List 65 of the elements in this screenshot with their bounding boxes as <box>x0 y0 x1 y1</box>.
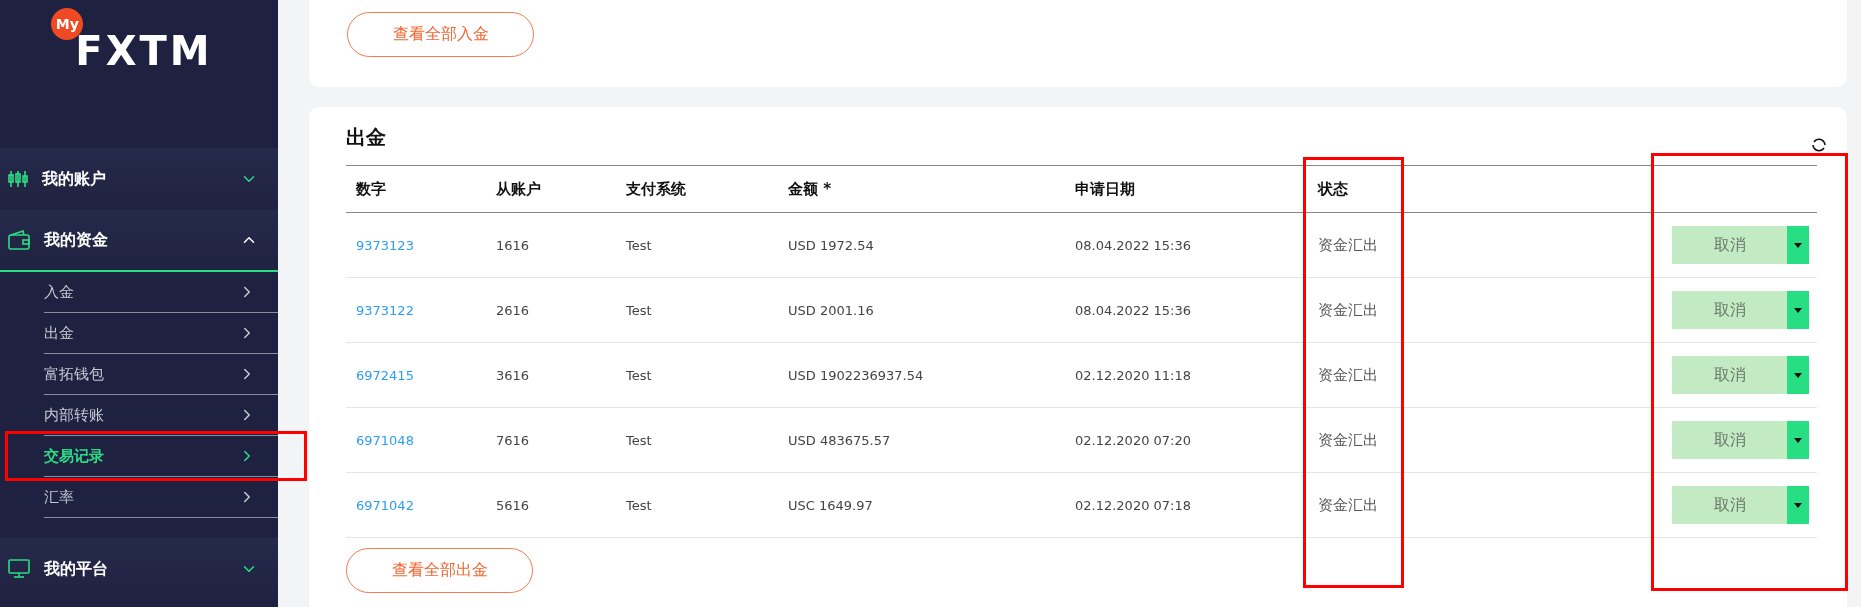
table-cell-text: 3616 <box>495 367 531 383</box>
table-cell-text: 1616 <box>495 237 531 253</box>
sidebar-item[interactable]: 汇率 <box>44 477 278 518</box>
caret-icon <box>1794 502 1802 508</box>
column-header: 申请日期 <box>1074 179 1136 199</box>
dropdown-toggle-button[interactable] <box>1787 356 1809 394</box>
refresh-icon[interactable] <box>1811 137 1827 153</box>
dropdown-toggle-button[interactable] <box>1787 291 1809 329</box>
table-cell-text: USD 1902236937.54 <box>787 367 925 383</box>
monitor-icon <box>8 559 30 579</box>
cancel-button[interactable]: 取消 <box>1672 291 1787 329</box>
column-header: 数字 <box>355 179 387 199</box>
cancel-button[interactable]: 取消 <box>1672 356 1787 394</box>
cancel-button[interactable]: 取消 <box>1672 486 1787 524</box>
table-cell-text: Test <box>625 237 653 253</box>
view-all-withdrawals-button[interactable]: 查看全部出金 <box>346 548 533 593</box>
wallet-icon <box>8 230 30 250</box>
table-cell-text: Test <box>625 367 653 383</box>
withdrawal-id-link[interactable]: 9373123 <box>346 237 486 253</box>
caret-icon <box>1794 242 1802 248</box>
dropdown-toggle-button[interactable] <box>1787 421 1809 459</box>
table-cell-text: 02.12.2020 07:20 <box>1074 432 1193 448</box>
view-all-deposits-button[interactable]: 查看全部入金 <box>347 12 534 57</box>
dropdown-toggle-button[interactable] <box>1787 226 1809 264</box>
status-cell-text: 资金汇出 <box>1317 495 1379 515</box>
column-header: 状态 <box>1316 179 1349 199</box>
withdrawal-id-link[interactable]: 6971048 <box>346 432 486 448</box>
sidebar-section[interactable]: 我的资金 <box>0 210 278 272</box>
table-cell-text: 02.12.2020 11:18 <box>1074 367 1193 383</box>
caret-icon <box>1794 307 1802 313</box>
status-cell-text: 资金汇出 <box>1317 365 1379 385</box>
status-cell-text: 资金汇出 <box>1317 235 1379 255</box>
sidebar-item[interactable]: 内部转账 <box>44 395 278 436</box>
dropdown-toggle-button[interactable] <box>1787 486 1809 524</box>
sidebar-item[interactable]: 富拓钱包 <box>44 354 278 395</box>
status-cell-text: 资金汇出 <box>1317 300 1379 320</box>
table-cell-text: USD 2001.16 <box>787 302 875 318</box>
table-cell-text: 2616 <box>495 302 531 318</box>
cancel-button[interactable]: 取消 <box>1672 226 1787 264</box>
sidebar-item[interactable]: 交易记录 <box>44 436 278 477</box>
table-cell-text: 7616 <box>495 432 531 448</box>
table-cell-text: USD 1972.54 <box>787 237 875 253</box>
table-cell-text: Test <box>625 302 653 318</box>
caret-icon <box>1794 437 1802 443</box>
table-cell-text: 08.04.2022 15:36 <box>1074 237 1193 253</box>
sidebar-item[interactable]: 出金 <box>44 313 278 354</box>
table-cell-text: 02.12.2020 07:18 <box>1074 497 1193 513</box>
candlestick-chart-icon <box>8 169 28 189</box>
caret-icon <box>1794 372 1802 378</box>
table-cell-text: 08.04.2022 15:36 <box>1074 302 1193 318</box>
withdrawal-id-link[interactable]: 6971042 <box>346 497 486 513</box>
withdrawal-id-link[interactable]: 9373122 <box>346 302 486 318</box>
cancel-button[interactable]: 取消 <box>1672 421 1787 459</box>
column-header: 支付系统 <box>625 179 687 199</box>
table-cell-text: USC 1649.97 <box>787 497 874 513</box>
table-cell-text: Test <box>625 497 653 513</box>
table-cell-text: USD 483675.57 <box>787 432 892 448</box>
column-header: 金额 * <box>787 179 833 199</box>
table-cell-text: Test <box>625 432 653 448</box>
section-title: 出金 <box>346 123 386 151</box>
status-cell-text: 资金汇出 <box>1317 430 1379 450</box>
withdrawal-id-link[interactable]: 6972415 <box>346 367 486 383</box>
table-cell-text: 5616 <box>495 497 531 513</box>
column-header: 从账户 <box>495 179 542 199</box>
sidebar-item[interactable]: 入金 <box>44 272 278 313</box>
